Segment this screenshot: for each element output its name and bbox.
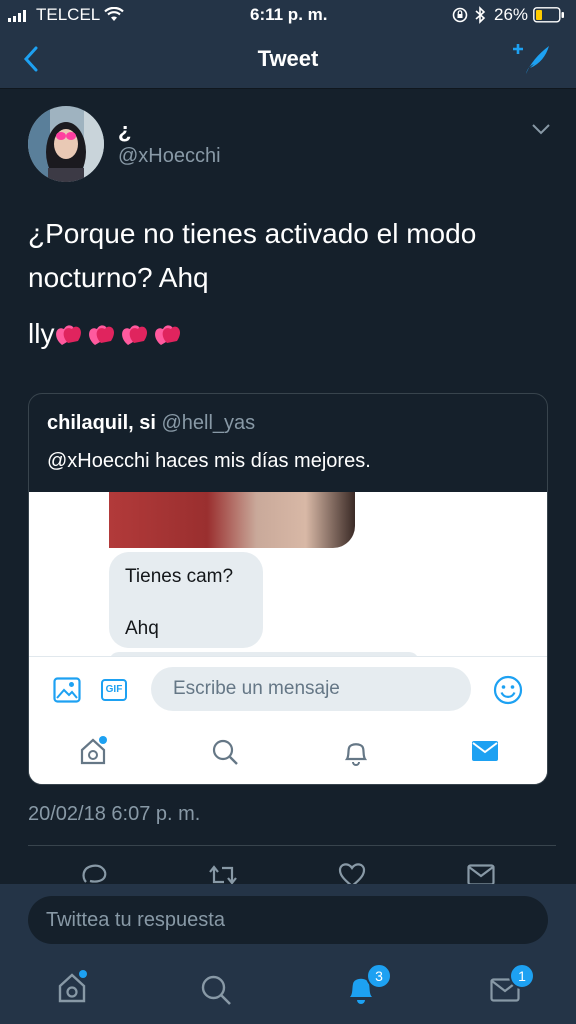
compose-tweet-icon[interactable] <box>512 42 552 76</box>
message-input: Escribe un mensaje <box>151 667 471 711</box>
bell-icon <box>344 743 368 766</box>
home-icon <box>80 736 107 765</box>
quoted-handle: @hell_yas <box>161 412 256 434</box>
image-icon <box>53 677 81 703</box>
bluetooth-icon <box>475 6 486 24</box>
avatar[interactable] <box>28 106 104 182</box>
reply-input[interactable]: Twittea tu respuesta <box>28 896 548 944</box>
battery-icon <box>533 7 564 23</box>
carrier-label: TELCEL <box>36 5 101 24</box>
status-time: 6:11 p. m. <box>250 5 328 24</box>
bubble-line-2: Ahq <box>125 618 159 639</box>
page-title: Tweet <box>257 46 319 71</box>
photo-message <box>109 492 355 548</box>
battery-label: 26% <box>494 5 529 24</box>
chevron-down-icon[interactable] <box>530 122 552 136</box>
display-name[interactable]: ¿ <box>118 118 131 144</box>
dm-compose-row: GIF Escribe un mensaje <box>29 656 547 721</box>
user-handle[interactable]: @xHoecchi <box>118 145 221 168</box>
status-bar: TELCEL 6:11 p. m. 26% <box>0 0 576 30</box>
message-bubble: Tienes cam? Ahq <box>109 552 263 648</box>
wifi-icon <box>104 7 124 21</box>
share-mail-icon[interactable] <box>467 864 495 886</box>
tweet-text-2-label: lly <box>28 318 55 349</box>
quoted-author: chilaquil, si @hell_yas <box>47 412 255 435</box>
gif-icon: GIF <box>101 679 127 701</box>
quoted-screenshot: Tienes cam? Ahq GIF Escribe un mensaje <box>29 492 547 784</box>
tweet-text: ¿Porque no tienes activado el modo noctu… <box>28 218 477 293</box>
tweet-text-2: lly <box>28 317 184 351</box>
dm-tab-bar <box>29 720 547 784</box>
orientation-lock-icon <box>452 7 468 23</box>
search-tab-icon[interactable] <box>200 974 232 1006</box>
quoted-text: @xHoecchi haces mis días mejores. <box>47 450 371 472</box>
sparkling-heart-icon <box>56 325 181 345</box>
search-icon <box>212 739 238 765</box>
messages-badge: 1 <box>509 963 535 989</box>
mail-icon <box>472 741 498 761</box>
tweet-timestamp: 20/02/18 6:07 p. m. <box>28 803 201 825</box>
quoted-tweet[interactable]: chilaquil, si @hell_yas @xHoecchi haces … <box>28 393 548 785</box>
bubble-line-1: Tienes cam? <box>125 566 234 587</box>
emoji-icon <box>493 675 523 705</box>
reply-icon[interactable] <box>80 862 108 886</box>
retweet-icon[interactable] <box>206 864 240 886</box>
quoted-display-name: chilaquil, si <box>47 412 156 434</box>
home-tab-icon[interactable] <box>56 970 88 1004</box>
bottom-panel: Twittea tu respuesta 3 1 <box>0 884 576 1024</box>
notifications-badge: 3 <box>366 963 392 989</box>
divider <box>28 845 556 846</box>
nav-bar: Tweet <box>0 30 576 89</box>
signal-icon <box>8 10 26 22</box>
